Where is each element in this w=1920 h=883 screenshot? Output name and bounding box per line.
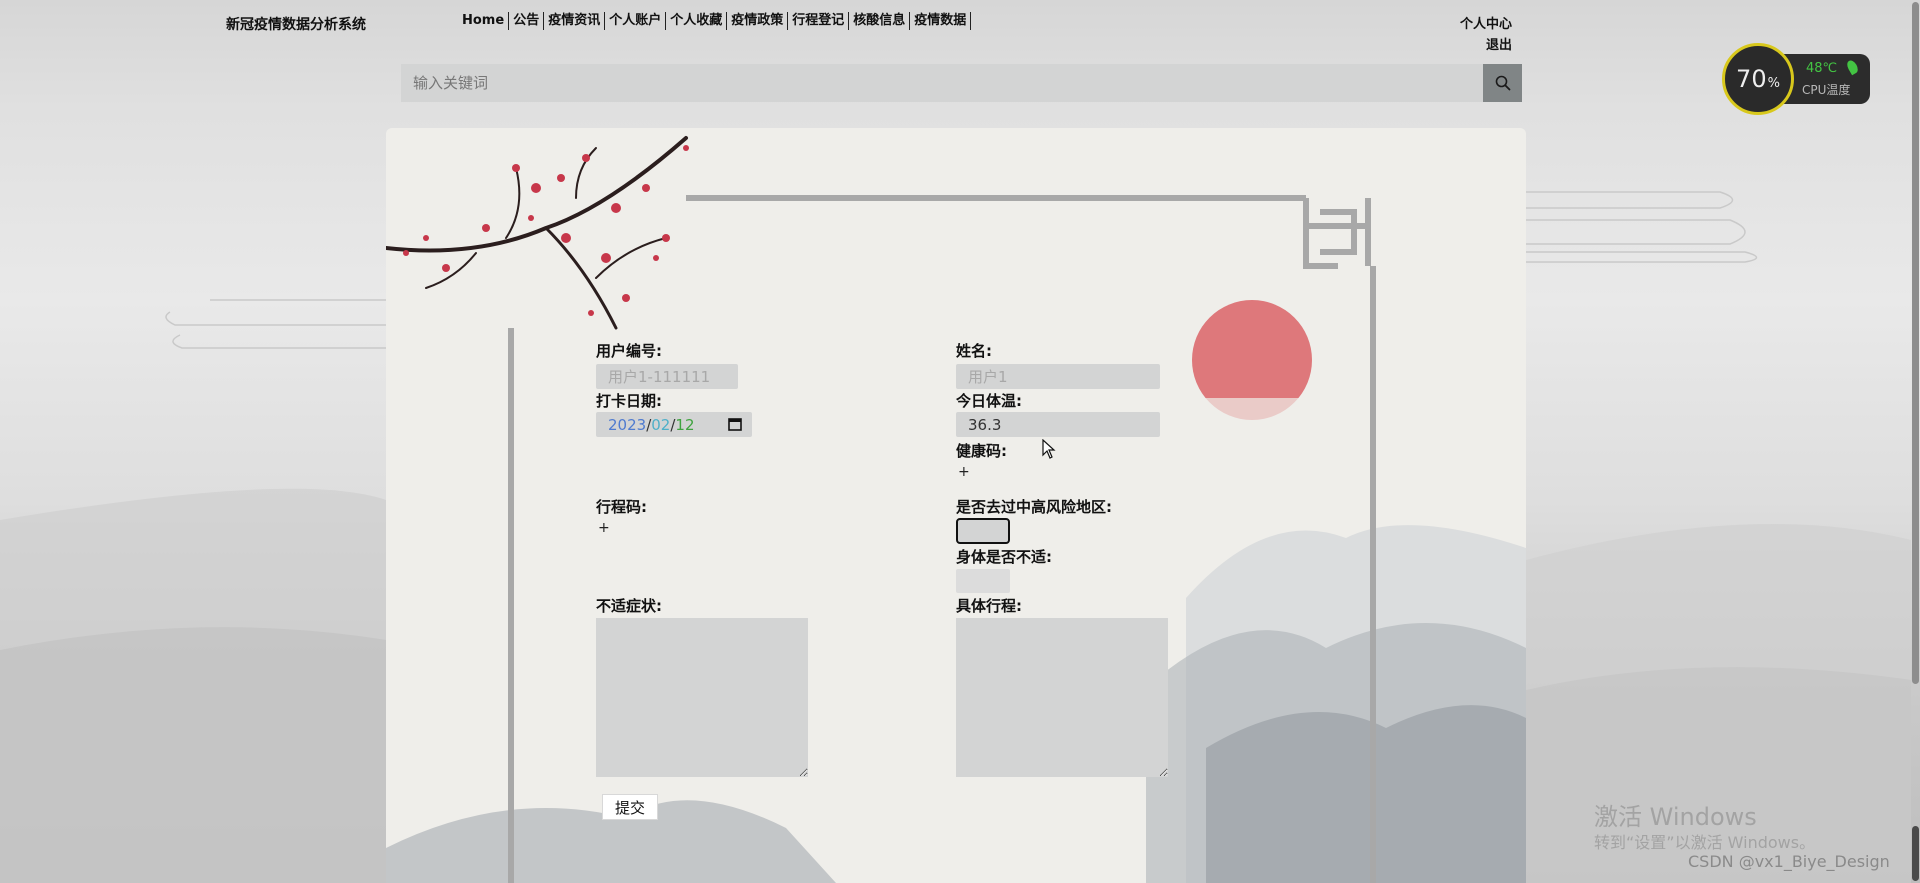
itinerary-label: 具体行程: (956, 597, 1022, 615)
activate-windows-subtitle: 转到“设置”以激活 Windows。 (1594, 833, 1816, 852)
user-links: 个人中心 退出 (1400, 14, 1512, 56)
unwell-toggle[interactable] (956, 569, 1010, 593)
user-id-field[interactable] (596, 364, 738, 389)
cpu-temperature-label: CPU温度 (1802, 83, 1851, 97)
csdn-watermark: CSDN @vx1_Biye_Design (1688, 852, 1890, 871)
activate-windows-title: 激活 Windows (1594, 803, 1757, 831)
user-center-link[interactable]: 个人中心 (1400, 14, 1512, 35)
mouse-cursor-icon (1042, 439, 1056, 459)
date-month: 02 (651, 415, 671, 434)
nav-nucleic-acid[interactable]: 核酸信息 (849, 12, 911, 30)
cpu-usage-gauge: 70% (1722, 43, 1794, 115)
nav-personal-account[interactable]: 个人账户 (605, 12, 667, 30)
cpu-temperature-value: 48℃ (1806, 61, 1838, 76)
date-day: 12 (675, 415, 695, 434)
search-icon (1495, 75, 1510, 91)
unwell-label: 身体是否不适: (956, 548, 1052, 566)
nav-policy[interactable]: 疫情政策 (727, 12, 789, 30)
cpu-temperature-widget[interactable]: 70% 48℃ CPU温度 (1722, 43, 1870, 117)
temperature-label: 今日体温: (956, 392, 1022, 410)
date-year: 2023 (608, 415, 647, 434)
temperature-field[interactable] (956, 412, 1160, 437)
symptoms-label: 不适症状: (596, 597, 662, 615)
form-panel: 用户编号: 打卡日期: 2023/02/12 行程码: + 不适症状: 提交 姓… (386, 128, 1526, 883)
high-risk-area-label: 是否去过中高风险地区: (956, 498, 1112, 516)
nav-epidemic-data[interactable]: 疫情数据 (910, 12, 972, 30)
high-risk-area-toggle[interactable] (956, 518, 1010, 544)
name-label: 姓名: (956, 342, 992, 360)
check-in-date-label: 打卡日期: (596, 392, 662, 410)
nav-epidemic-news[interactable]: 疫情资讯 (544, 12, 606, 30)
search-bar (401, 64, 1522, 102)
calendar-icon[interactable] (728, 417, 742, 431)
check-in-date-field[interactable]: 2023/02/12 (596, 412, 752, 437)
user-id-label: 用户编号: (596, 342, 662, 360)
page-scrollbar-thumb[interactable] (1912, 2, 1919, 684)
health-code-label: 健康码: (956, 442, 1007, 460)
nav-announcement[interactable]: 公告 (509, 12, 545, 30)
cpu-usage-unit: % (1767, 75, 1780, 91)
nav-home[interactable]: Home (460, 12, 510, 30)
search-input[interactable] (401, 64, 1483, 102)
search-button[interactable] (1483, 64, 1522, 102)
health-code-upload[interactable]: + (958, 464, 970, 480)
travel-code-label: 行程码: (596, 498, 647, 516)
nav-favorites[interactable]: 个人收藏 (666, 12, 728, 30)
nav-travel-registration[interactable]: 行程登记 (788, 12, 850, 30)
page-scrollbar-lower-thumb[interactable] (1912, 826, 1919, 881)
submit-button[interactable]: 提交 (602, 794, 658, 820)
travel-code-upload[interactable]: + (598, 520, 610, 536)
name-field[interactable] (956, 364, 1160, 389)
itinerary-textarea[interactable] (956, 618, 1168, 777)
cpu-usage-value: 70 (1736, 65, 1767, 93)
top-nav: Home 公告 疫情资讯 个人账户 个人收藏 疫情政策 行程登记 核酸信息 疫情… (460, 12, 972, 30)
brand-title: 新冠疫情数据分析系统 (226, 17, 366, 33)
symptoms-textarea[interactable] (596, 618, 808, 777)
logout-link[interactable]: 退出 (1400, 35, 1512, 56)
